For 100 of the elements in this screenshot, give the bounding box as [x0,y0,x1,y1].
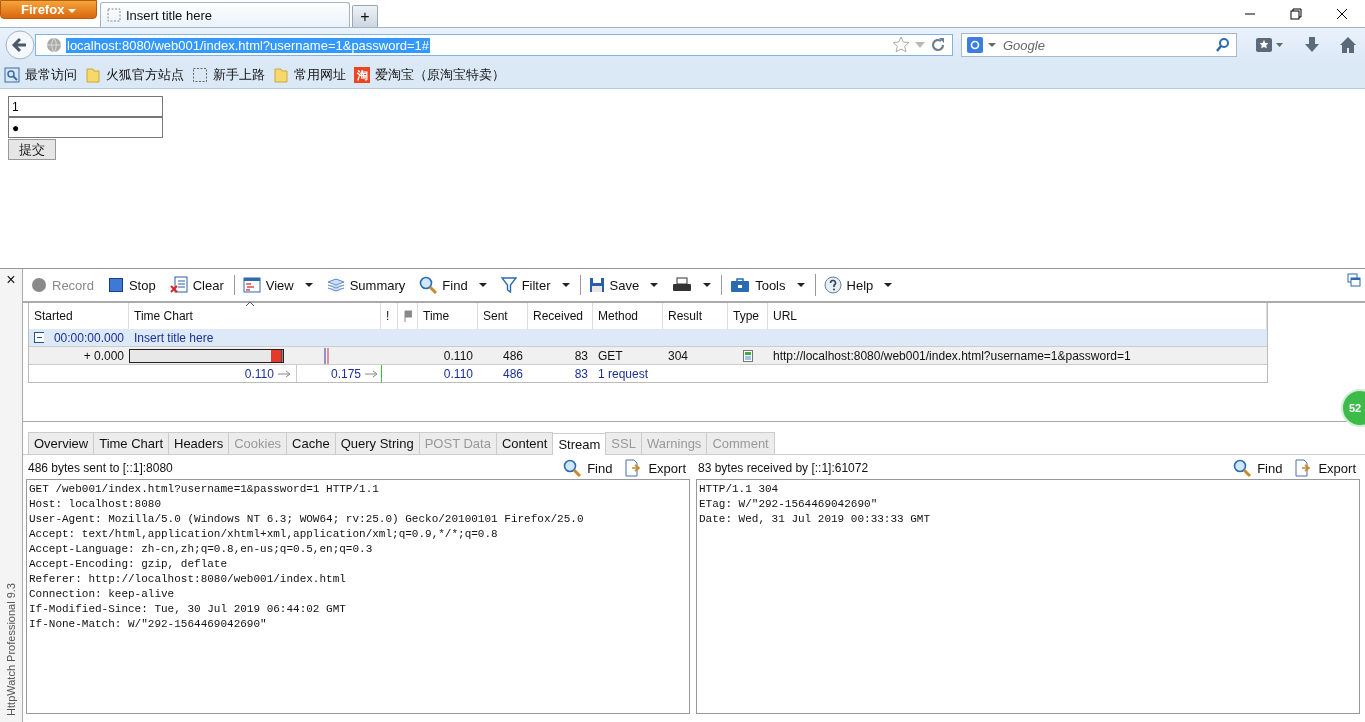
table-cell-text: http://localhost:8080/web001/index.html?username=1&password=1 [772,347,1132,364]
document-icon [743,349,753,362]
search-icon[interactable] [1215,37,1231,53]
group-title: Insert title here [133,329,215,346]
clear-icon [169,276,188,294]
stop-icon [107,277,124,293]
filter-button[interactable]: Filter [496,275,574,295]
table-cell: 0.175 [330,366,361,381]
search-icon [563,459,582,477]
submit-button[interactable]: 提交 [8,139,56,160]
dropdown-icon [478,282,487,288]
stream-line: Accept: text/html,application/xhtml+xml,application/xml;q=0.9,*/*;q=0.8 [29,527,499,542]
bookmark-item[interactable]: 淘 爱淘宝（原淘宝特卖） [354,66,505,84]
stream-line: Connection: keep-alive [29,587,176,602]
page-icon [192,67,208,83]
clear-button[interactable]: Clear [165,274,228,296]
view-button[interactable]: View [233,275,317,295]
table-cell-text: 0.110 [442,347,474,364]
help-icon [823,276,842,294]
stream-line: User-Agent: Mozilla/5.0 (Windows NT 6.3; WOW64; rv:25.0) Gecko/20100101 Firefox/25.0 [29,512,585,527]
help-button[interactable]: Help [814,274,897,296]
collapse-icon[interactable] [34,332,44,343]
bookmark-item[interactable]: 最常访问 [4,66,77,84]
toolbox-icon [730,277,751,293]
search-box[interactable]: Google [961,33,1237,57]
page-icon [107,8,121,22]
stream-line: GET /web001/index.html?username=1&password=1 HTTP/1.1 [29,482,380,497]
tab-title: Insert title here [126,7,212,23]
stream-line: HTTP/1.1 304 [699,482,780,497]
flag-icon [403,310,412,322]
detail-tab[interactable]: Stream [552,433,607,455]
stop-button[interactable]: Stop [103,275,160,295]
detail-tab[interactable]: Cache [286,432,336,454]
detail-tab[interactable]: Content [495,432,554,454]
stream-line: Accept-Language: zh-cn,zh;q=0.8,en-us;q=0.5,en;q=0.3 [29,542,374,557]
taobao-icon: 淘 [354,67,370,83]
stream-line: Date: Wed, 31 Jul 2019 00:33:33 GMT [699,512,932,527]
close-button[interactable]: × [6,271,16,289]
detail-tab[interactable]: Headers [168,432,230,454]
dropdown-icon [561,282,570,288]
password-field[interactable]: ● [8,117,163,138]
bookmark-item[interactable]: 常用网址 [273,66,346,84]
restore-icon[interactable] [1289,7,1303,21]
table-cell-text: 1 request [597,365,650,382]
folder-icon [273,67,289,83]
dropdown-icon [884,282,893,288]
table-cell-text: 486 [501,365,524,382]
table-cell-text: 486 [501,347,524,364]
stream-line: Accept-Encoding: gzip, deflate [29,557,229,572]
home-icon[interactable] [1339,36,1357,54]
folder-icon [85,67,101,83]
dropdown-icon[interactable] [987,40,997,50]
arrow-icon [277,369,292,378]
stream-line: ETag: W/"292-1564469042690" [699,497,879,512]
close-icon[interactable] [1335,7,1349,21]
browser-tab[interactable]: Insert title here [100,2,350,27]
back-button[interactable] [5,30,35,60]
table-cell-text: + 0.000 [82,347,125,364]
star-icon[interactable] [892,36,910,54]
dropdown-icon [796,282,805,288]
stream-line: If-Modified-Since: Tue, 30 Jul 2019 06:44:02 GMT [29,602,347,617]
bookmark-item[interactable]: 火狐官方站点 [85,66,184,84]
detail-tab[interactable]: Query String [334,432,420,454]
request-row[interactable]: + 0.000 0.110 486 83 GET 304 http://localhost:8080/web001/index.html?username=1&password=1 [29,346,1267,365]
count-badge: 52 [1341,389,1365,427]
find-button[interactable]: Find [415,274,491,296]
search-engine-icon[interactable] [967,37,983,53]
sort-caret-icon [245,301,255,307]
detail-tab[interactable]: Overview [28,432,95,454]
table-cell-text: 83 [573,365,589,382]
export-button[interactable]: Export [622,459,688,477]
view-icon [242,277,261,293]
find-button[interactable]: Find [561,459,615,477]
bookmark-list-icon [4,67,20,83]
stream-line: If-None-Match: W/"292-1564469042690" [29,617,268,632]
summary-button[interactable]: Summary [322,275,410,295]
stream-line: Referer: http://localhost:8080/web001/index.html [29,572,347,587]
tools-button[interactable]: Tools [721,275,809,295]
page-group-row[interactable]: 00:00:00.000 Insert title here [29,329,1267,346]
undock-icon[interactable] [1347,273,1361,287]
export-icon [624,459,643,477]
find-button[interactable]: Find [1231,459,1285,477]
stream-caption: 83 bytes received by [::1]:61072 [698,461,869,475]
dropdown-icon [650,282,659,288]
save-button[interactable]: Save [579,275,663,295]
table-cell: 0.110 [244,366,274,381]
new-tab-button[interactable]: + [352,5,378,27]
export-icon [1294,459,1313,477]
dropdown-icon [304,282,313,288]
bookmarks-icon[interactable] [1255,36,1285,54]
export-button[interactable]: Export [1292,459,1358,477]
username-field[interactable]: 1 [8,96,163,117]
globe-icon [46,37,62,53]
dropdown-icon [703,282,712,288]
bookmark-item[interactable]: 新手上路 [192,66,265,84]
url-text: localhost:8080/web001/index.html?username=1&password=1# [66,37,431,53]
reload-icon[interactable] [930,37,946,53]
download-icon[interactable] [1303,36,1321,54]
product-label: HttpWatch Professional 9.3 [5,583,17,716]
detail-tab[interactable]: Time Chart [93,432,169,454]
